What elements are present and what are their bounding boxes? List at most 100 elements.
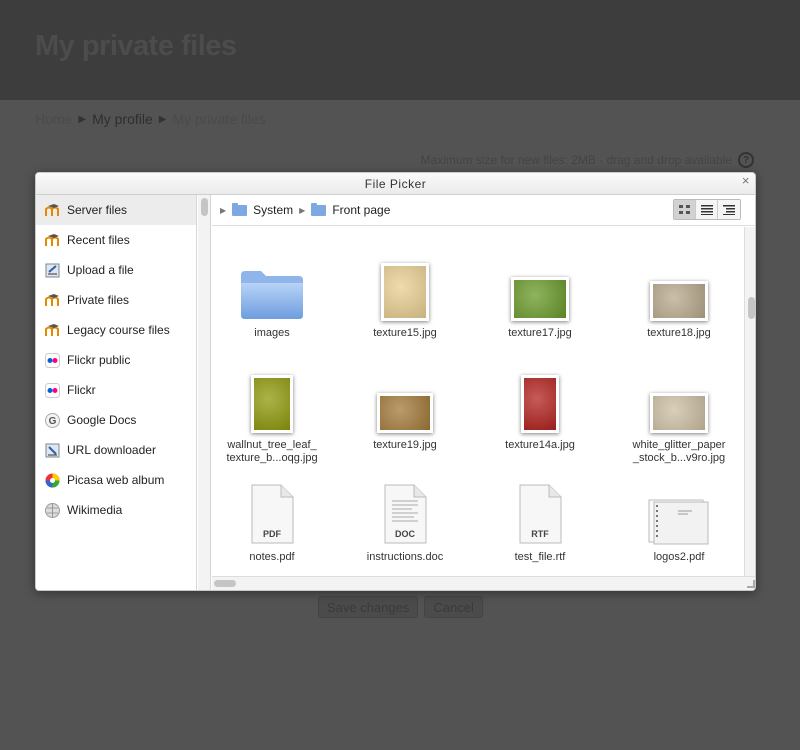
repository-item-picasa-web-album[interactable]: Picasa web album	[36, 465, 196, 495]
repository-label: Recent files	[67, 233, 130, 247]
view-mode-switcher	[673, 199, 741, 220]
wikimedia-icon	[45, 502, 60, 518]
file-name: logos2.pdf	[653, 551, 705, 563]
grid-icon	[678, 204, 690, 214]
scrollbar-thumb[interactable]	[201, 198, 208, 216]
file-item[interactable]: texture14a.jpg	[480, 369, 600, 452]
close-icon[interactable]: ×	[742, 173, 750, 189]
upload-icon	[45, 263, 60, 278]
image-thumbnail-icon	[619, 257, 739, 321]
path-arrow-icon: ▶	[299, 205, 306, 215]
list-icon	[700, 204, 713, 215]
folder-item[interactable]: images	[212, 257, 332, 340]
breadcrumb-current: My private files	[172, 111, 266, 127]
moodle-icon	[45, 323, 60, 338]
breadcrumb: Home ▶ My profile ▶ My private files	[35, 111, 266, 127]
file-item[interactable]: DOC instructions.doc	[345, 481, 465, 564]
breadcrumb-my-profile[interactable]: My profile	[92, 111, 153, 127]
folder-icon	[212, 257, 332, 321]
pdf-preview-icon	[619, 481, 739, 545]
file-item[interactable]: texture18.jpg	[619, 257, 739, 340]
file-item[interactable]: white_glitter_paper _stock_b...v9ro.jpg	[619, 369, 739, 465]
image-preview	[650, 281, 708, 321]
repository-item-recent-files[interactable]: Recent files	[36, 225, 196, 255]
repository-label: Upload a file	[67, 263, 134, 277]
breadcrumb-separator-icon: ▶	[158, 113, 167, 125]
moodle-icon	[45, 233, 60, 248]
image-preview	[377, 393, 433, 433]
image-preview	[251, 375, 293, 433]
repository-item-upload-a-file[interactable]: Upload a file	[36, 255, 196, 285]
repository-label: Google Docs	[67, 413, 137, 427]
path-item-system[interactable]: System	[253, 203, 293, 217]
cancel-button[interactable]: Cancel	[424, 596, 483, 618]
path-bar: ▶ System ▶ Front page	[212, 195, 755, 226]
help-icon[interactable]: ?	[738, 152, 754, 168]
view-tree-button[interactable]	[718, 200, 740, 219]
repository-item-wikimedia[interactable]: Wikimedia	[36, 495, 196, 525]
repository-label: Server files	[67, 203, 128, 217]
breadcrumb-separator-icon: ▶	[78, 113, 87, 125]
svg-text:DOC: DOC	[395, 529, 416, 539]
doc-file-icon: DOC	[345, 481, 465, 545]
file-name: white_glitter_paper _stock_b...v9ro.jpg	[632, 439, 726, 464]
path-item-front-page[interactable]: Front page	[332, 203, 390, 217]
path-arrow-icon: ▶	[220, 205, 227, 215]
file-name: texture19.jpg	[373, 439, 437, 451]
image-thumbnail-icon	[345, 257, 465, 321]
file-name: instructions.doc	[366, 551, 444, 563]
file-item[interactable]: logos2.pdf	[619, 481, 739, 564]
repository-label: Flickr	[67, 383, 96, 397]
image-preview	[381, 263, 429, 321]
resize-handle-icon[interactable]	[747, 580, 755, 588]
image-thumbnail-icon	[480, 257, 600, 321]
flickr-icon	[45, 382, 60, 398]
svg-text:PDF: PDF	[263, 529, 282, 539]
repository-item-google-docs[interactable]: G Google Docs	[36, 405, 196, 435]
file-item[interactable]: wallnut_tree_leaf_ texture_b...oqg.jpg	[212, 369, 332, 465]
file-item[interactable]: texture17.jpg	[480, 257, 600, 340]
svg-text:G: G	[49, 416, 57, 427]
image-preview	[511, 277, 569, 321]
file-name: wallnut_tree_leaf_ texture_b...oqg.jpg	[226, 439, 318, 464]
view-icons-button[interactable]	[674, 200, 696, 219]
scrollbar-thumb[interactable]	[748, 297, 755, 319]
repository-item-private-files[interactable]: Private files	[36, 285, 196, 315]
rtf-file-icon: RTF	[480, 481, 600, 545]
folder-icon	[232, 202, 248, 216]
image-preview	[521, 375, 559, 433]
file-item[interactable]: texture19.jpg	[345, 369, 465, 452]
file-item[interactable]: texture15.jpg	[345, 257, 465, 340]
view-list-button[interactable]	[696, 200, 718, 219]
image-thumbnail-icon	[480, 369, 600, 433]
repository-item-flickr[interactable]: Flickr	[36, 375, 196, 405]
file-grid-horizontal-scrollbar[interactable]	[212, 576, 755, 590]
dialog-title: File Picker	[364, 177, 427, 191]
scrollbar-thumb[interactable]	[214, 580, 236, 587]
dialog-titlebar[interactable]: File Picker ×	[36, 173, 755, 195]
repository-item-url-downloader[interactable]: URL downloader	[36, 435, 196, 465]
page-header: My private files	[0, 0, 800, 100]
repository-item-server-files[interactable]: Server files	[36, 195, 196, 225]
repository-label: Picasa web album	[67, 473, 165, 487]
tree-icon	[723, 204, 735, 215]
file-item[interactable]: PDF notes.pdf	[212, 481, 332, 564]
moodle-icon	[45, 293, 60, 308]
repository-item-flickr-public[interactable]: Flickr public	[36, 345, 196, 375]
form-buttons: Save changes Cancel	[318, 596, 483, 618]
breadcrumb-home[interactable]: Home	[35, 111, 72, 127]
image-thumbnail-icon	[212, 369, 332, 433]
save-changes-button[interactable]: Save changes	[318, 596, 419, 618]
image-thumbnail-icon	[345, 369, 465, 433]
sidebar-scrollbar[interactable]	[198, 195, 211, 590]
file-name: texture17.jpg	[508, 327, 572, 339]
pdf-file-icon: PDF	[212, 481, 332, 545]
repository-label: Flickr public	[67, 353, 131, 367]
file-name: test_file.rtf	[514, 551, 566, 563]
file-item[interactable]: RTF test_file.rtf	[480, 481, 600, 564]
page-title: My private files	[35, 30, 237, 62]
repository-label: Private files	[67, 293, 130, 307]
repository-item-legacy-course-files[interactable]: Legacy course files	[36, 315, 196, 345]
max-size-text: Maximum size for new files: 2MB - drag a…	[420, 153, 732, 167]
file-grid-vertical-scrollbar[interactable]	[744, 227, 755, 576]
